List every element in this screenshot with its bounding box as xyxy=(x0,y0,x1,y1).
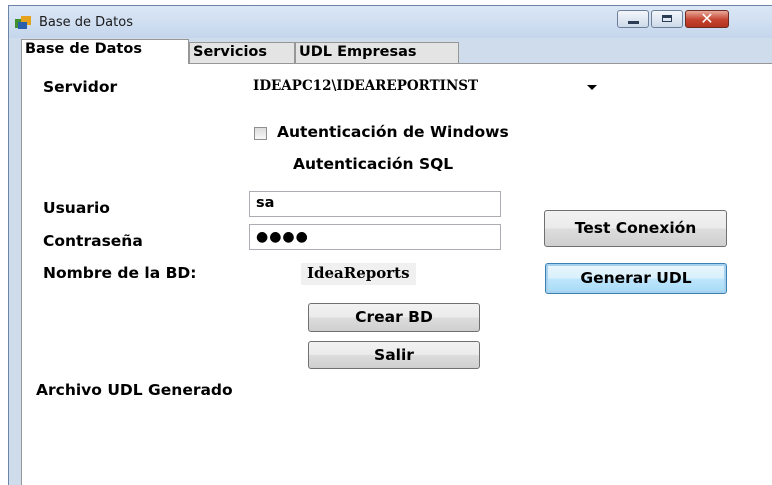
test-connection-label: Test Conexión xyxy=(574,219,697,237)
password-value: ●●●● xyxy=(256,229,309,245)
maximize-button[interactable] xyxy=(651,10,683,28)
create-db-label: Crear BD xyxy=(355,308,433,326)
sql-auth-label: Autenticación SQL xyxy=(293,155,454,173)
windows-auth-checkbox[interactable] xyxy=(254,127,267,140)
minimize-icon xyxy=(628,21,639,24)
tab-servicios[interactable]: Servicios xyxy=(189,42,295,63)
create-db-button[interactable]: Crear BD xyxy=(308,303,480,332)
exit-label: Salir xyxy=(374,346,414,364)
usuario-input[interactable]: sa xyxy=(249,191,501,217)
window-title: Base de Datos xyxy=(39,15,133,30)
tab-udl-empresas[interactable]: UDL Empresas xyxy=(295,42,459,63)
servidor-value: IDEAPC12\IDEAREPORTINST xyxy=(253,78,479,94)
windows-auth-label[interactable]: Autenticación de Windows xyxy=(277,123,509,141)
usuario-label: Usuario xyxy=(43,199,110,217)
dbname-value: IdeaReports xyxy=(301,263,416,285)
udl-generated-label: Archivo UDL Generado xyxy=(36,381,233,399)
password-label: Contraseña xyxy=(43,232,143,250)
servidor-select[interactable]: IDEAPC12\IDEAREPORTINST xyxy=(249,76,603,99)
exit-button[interactable]: Salir xyxy=(308,341,480,369)
generate-udl-label: Generar UDL xyxy=(580,269,692,287)
close-icon: ✕ xyxy=(700,9,714,28)
title-bar[interactable]: Base de Datos ✕ xyxy=(9,6,772,38)
database-app-icon xyxy=(15,16,31,29)
servidor-label: Servidor xyxy=(43,78,118,96)
minimize-button[interactable] xyxy=(617,10,649,28)
tab-base-de-datos[interactable]: Base de Datos xyxy=(21,39,189,64)
usuario-value: sa xyxy=(256,195,275,211)
test-connection-button[interactable]: Test Conexión xyxy=(544,210,727,247)
chevron-down-icon xyxy=(587,85,597,90)
close-button[interactable]: ✕ xyxy=(685,9,729,28)
tab-panel-base-de-datos: Servidor IDEAPC12\IDEAREPORTINST Autenti… xyxy=(21,63,772,485)
generate-udl-button[interactable]: Generar UDL xyxy=(545,263,727,294)
dbname-label: Nombre de la BD: xyxy=(43,264,197,282)
maximize-icon xyxy=(662,15,672,22)
app-window: Base de Datos ✕ Base de Datos Servicios … xyxy=(8,5,772,485)
password-input[interactable]: ●●●● xyxy=(249,224,501,250)
